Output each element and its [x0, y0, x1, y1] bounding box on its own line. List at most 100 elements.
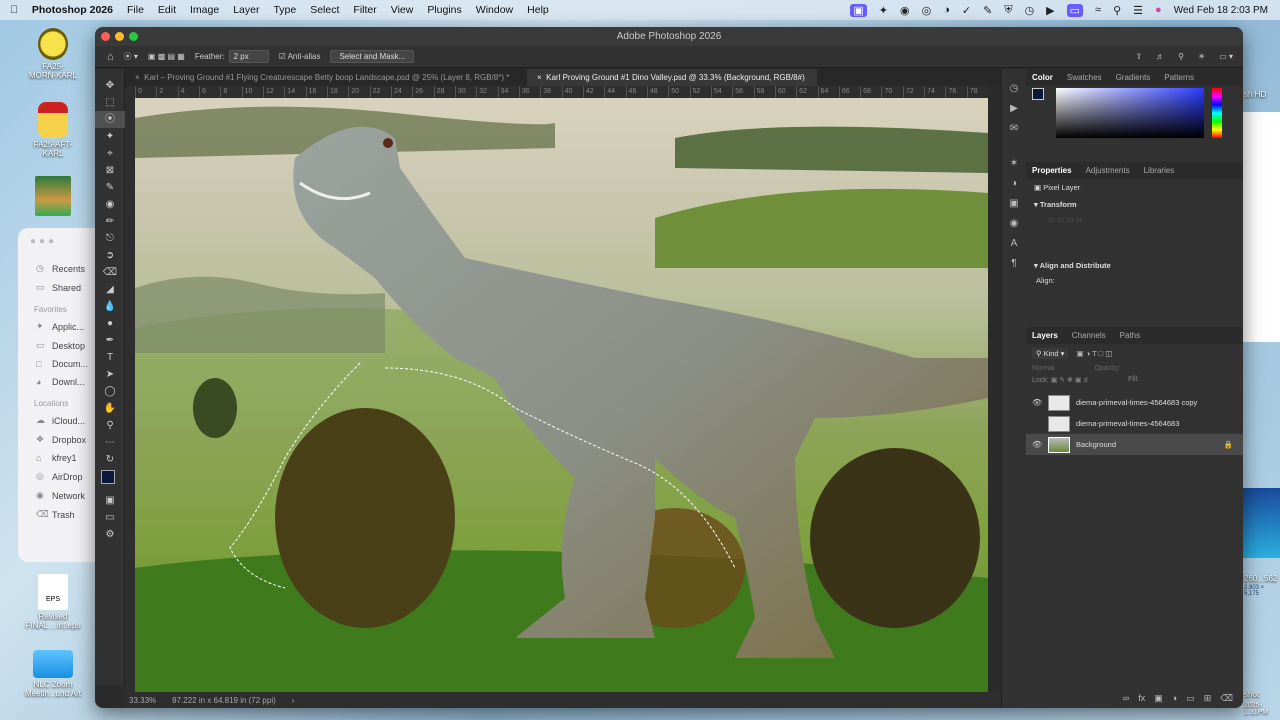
more-tools-icon[interactable]: ⋯	[95, 434, 125, 451]
close-window-button[interactable]	[101, 32, 110, 41]
sidebar-item-documents[interactable]: □ Docum...	[18, 355, 104, 373]
brush-settings-icon[interactable]: ✶	[1010, 158, 1018, 169]
healing-brush-icon[interactable]: ◉	[95, 196, 125, 213]
clone-source-icon[interactable]: ◉	[1010, 218, 1019, 229]
fx-icon[interactable]: fx	[1138, 693, 1145, 704]
sidebar-item-icloud[interactable]: ☁ iCloud...	[18, 411, 104, 430]
sidebar-item-desktop[interactable]: ▭ Desktop	[18, 336, 104, 355]
lock-icon[interactable]: 🔒	[1224, 440, 1233, 449]
tab-flying-creaturescape[interactable]: × Karl – Proving Ground #1 Flying Creatu…	[125, 69, 527, 86]
history-brush-icon[interactable]: ➲	[95, 247, 125, 264]
history-panel-icon[interactable]: ◷	[1010, 83, 1019, 94]
tab-properties[interactable]: Properties	[1032, 166, 1072, 175]
swap-colors-icon[interactable]: ↻	[95, 451, 125, 468]
screen-record-icon[interactable]: ▣	[850, 3, 867, 17]
lock-icons[interactable]: ▣ ✎ ✥ ▣ ☌	[1051, 377, 1088, 384]
pen-tool-icon[interactable]: ✒	[95, 332, 125, 349]
adjustment-layer-icon[interactable]: ◑	[1172, 693, 1177, 704]
new-selection-icon[interactable]: ▣ ▩ ▤ ▦	[148, 52, 185, 61]
eye-icon[interactable]: 👁	[1032, 440, 1042, 449]
discover-icon[interactable]: ☀	[1198, 52, 1205, 61]
menu-edit[interactable]: Edit	[158, 4, 176, 16]
vector-icon[interactable]: ✎	[983, 4, 992, 17]
window-controls[interactable]: ●●●	[18, 236, 104, 247]
desktop-eps-file[interactable]: EPS Revised FINAL ...int.eps	[8, 574, 98, 630]
chevron-right-icon[interactable]: ›	[292, 696, 295, 705]
menu-select[interactable]: Select	[310, 4, 339, 16]
workspace-icon[interactable]: ▭ ▾	[1219, 52, 1233, 61]
eraser-icon[interactable]: ⌫	[95, 264, 125, 281]
shield-icon[interactable]: ⛨	[1004, 4, 1012, 17]
magic-wand-icon[interactable]: ✦	[95, 128, 125, 145]
search-icon[interactable]: ⚲	[1113, 4, 1121, 17]
tab-layers[interactable]: Layers	[1032, 331, 1058, 340]
actions-panel-icon[interactable]: ▶	[1010, 103, 1018, 114]
history-icon[interactable]: ◷	[1025, 4, 1035, 17]
shape-tool-icon[interactable]: ◯	[95, 383, 125, 400]
blur-tool-icon[interactable]: 💧	[95, 298, 125, 315]
screen-mode-icon[interactable]: ▭	[95, 509, 125, 526]
home-icon[interactable]: ⌂	[107, 51, 114, 63]
foreground-color-swatch[interactable]	[101, 470, 119, 488]
menu-image[interactable]: Image	[190, 4, 219, 16]
foreground-color-chip[interactable]	[1032, 88, 1044, 100]
edit-toolbar-icon[interactable]: ⚙	[95, 526, 125, 543]
transform-section[interactable]: ▾ Transform	[1034, 200, 1235, 209]
sidebar-item-network[interactable]: ◉ Network	[18, 486, 104, 505]
transform-fields[interactable]: ▭ ▭ ▭ ▭	[1034, 215, 1235, 261]
menu-file[interactable]: File	[127, 4, 144, 16]
lasso-tool-icon[interactable]: ⦿	[95, 111, 125, 128]
link-layers-icon[interactable]: ∞	[1123, 693, 1129, 704]
sidebar-item-airdrop[interactable]: ◎ AirDrop	[18, 467, 104, 486]
zoom-window-button[interactable]	[129, 32, 138, 41]
clone-stamp-icon[interactable]: ⎋	[95, 230, 125, 247]
character-panel-icon[interactable]: A	[1011, 238, 1018, 249]
tab-channels[interactable]: Channels	[1072, 331, 1106, 340]
hand-tool-icon[interactable]: ✋	[95, 400, 125, 417]
layer-name[interactable]: Background	[1076, 440, 1218, 449]
blend-mode-select[interactable]: Normal	[1032, 365, 1055, 372]
paragraph-panel-icon[interactable]: ¶	[1011, 258, 1016, 269]
desktop-photo[interactable]	[8, 176, 98, 218]
brush-tool-icon[interactable]: ✏	[95, 213, 125, 230]
robot-icon[interactable]: ◉	[900, 4, 910, 17]
tab-dino-valley[interactable]: × Karl Proving Ground #1 Dino Valley.psd…	[527, 69, 817, 86]
minimize-window-button[interactable]	[115, 32, 124, 41]
apple-menu-icon[interactable]: 	[10, 4, 18, 16]
antialias-checkbox[interactable]: ☑ Anti-alias	[279, 52, 321, 61]
layer-name[interactable]: diema-primeval-times-4564683	[1076, 419, 1179, 428]
menu-window[interactable]: Window	[476, 4, 513, 16]
filter-icons[interactable]: ▣ ◑ T □ ◫	[1076, 349, 1112, 358]
lasso-preset-icon[interactable]: ⦿ ▾	[124, 51, 138, 62]
menu-app-name[interactable]: Photoshop 2026	[32, 4, 113, 16]
select-and-mask-button[interactable]: Select and Mask...	[330, 50, 415, 63]
screen-mirror-icon[interactable]: ▭	[1066, 3, 1084, 17]
tab-color[interactable]: Color	[1032, 73, 1053, 82]
tab-paths[interactable]: Paths	[1120, 331, 1140, 340]
align-section[interactable]: ▾ Align and Distribute	[1034, 261, 1235, 270]
hue-slider[interactable]	[1212, 88, 1222, 138]
menu-plugins[interactable]: Plugins	[427, 4, 461, 16]
cursor-icon[interactable]: ✦	[879, 4, 888, 17]
color-picker-field[interactable]	[1056, 88, 1204, 138]
sidebar-item-home[interactable]: ⌂ kfrey1	[18, 449, 104, 467]
adjustments-panel-icon[interactable]: ◑	[1011, 178, 1017, 189]
layer-row[interactable]: diema-primeval-times-4564683	[1026, 413, 1243, 434]
desktop-folder-aft[interactable]: FA25-AFT- KARL	[8, 102, 98, 158]
filter-kind-select[interactable]: ⚲ Kind ▾	[1032, 348, 1069, 359]
add-mask-icon[interactable]: ▣	[1154, 693, 1163, 704]
zoom-tool-icon[interactable]: ⚲	[95, 417, 125, 434]
quick-mask-icon[interactable]: ▣	[95, 492, 125, 509]
layer-name[interactable]: diema-primeval-times-4564683 copy	[1076, 398, 1197, 407]
siri-icon[interactable]: ●	[1155, 4, 1162, 16]
tab-libraries[interactable]: Libraries	[1144, 166, 1175, 175]
layer-row-selected[interactable]: 👁 Background 🔒	[1026, 434, 1243, 455]
desktop-folder-nlc[interactable]: NLC Zoom Meetin...und Art	[8, 650, 98, 698]
document-canvas[interactable]	[135, 98, 988, 692]
frame-tool-icon[interactable]: ⊠	[95, 162, 125, 179]
tab-patterns[interactable]: Patterns	[1164, 73, 1194, 82]
ghost-icon[interactable]: ◎	[922, 4, 932, 17]
menu-type[interactable]: Type	[273, 4, 296, 16]
search-icon[interactable]: ⚲	[1178, 52, 1184, 61]
menu-layer[interactable]: Layer	[233, 4, 259, 16]
